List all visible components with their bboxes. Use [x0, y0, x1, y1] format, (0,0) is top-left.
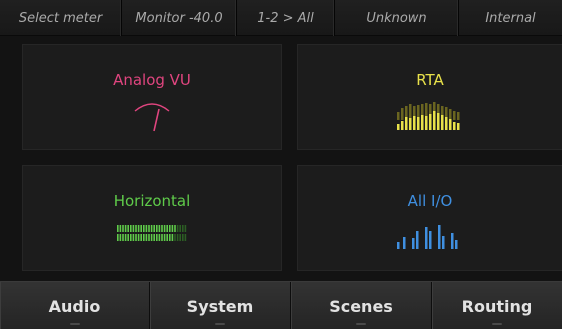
- horizontal-tile[interactable]: Horizontal: [22, 165, 282, 271]
- all-io-tile[interactable]: All I/O: [297, 165, 562, 271]
- clock-source-label: Internal: [485, 10, 536, 26]
- analog-vu-tile[interactable]: Analog VU: [22, 44, 282, 150]
- rta-spectrum-icon: [397, 102, 460, 130]
- analog-vu-label: Analog VU: [113, 71, 191, 89]
- nav-system-label: System: [186, 296, 254, 316]
- sync-status[interactable]: Unknown: [335, 0, 459, 36]
- bottom-nav: Audio System Scenes Routing: [0, 281, 562, 329]
- clock-source[interactable]: Internal: [459, 0, 562, 36]
- analog-vu-needle-icon: [134, 103, 170, 132]
- nav-audio-button[interactable]: Audio: [0, 282, 150, 329]
- horizontal-label: Horizontal: [113, 192, 191, 210]
- nav-scenes-label: Scenes: [329, 296, 393, 316]
- horizontal-meter-icon: [117, 225, 187, 241]
- rta-label: RTA: [416, 71, 444, 89]
- select-meter-button[interactable]: Select meter: [0, 0, 122, 36]
- rta-tile[interactable]: RTA: [297, 44, 562, 150]
- meter-selection-panel: Analog VU RTA Horizontal All I/O: [0, 36, 562, 281]
- monitor-level-label: Monitor -40.0: [135, 10, 223, 26]
- channel-routing[interactable]: 1-2 > All: [237, 0, 335, 36]
- nav-routing-label: Routing: [461, 296, 533, 316]
- nav-audio-label: Audio: [48, 296, 101, 316]
- nav-routing-button[interactable]: Routing: [432, 282, 562, 329]
- monitor-level[interactable]: Monitor -40.0: [122, 0, 237, 36]
- select-meter-label: Select meter: [18, 10, 103, 26]
- nav-scenes-button[interactable]: Scenes: [291, 282, 432, 329]
- all-io-bars-icon: [397, 225, 458, 249]
- status-bar: Select meter Monitor -40.0 1-2 > All Unk…: [0, 0, 562, 36]
- nav-system-button[interactable]: System: [150, 282, 291, 329]
- sync-status-label: Unknown: [366, 10, 427, 26]
- channel-routing-label: 1-2 > All: [257, 10, 314, 26]
- all-io-label: All I/O: [407, 192, 453, 210]
